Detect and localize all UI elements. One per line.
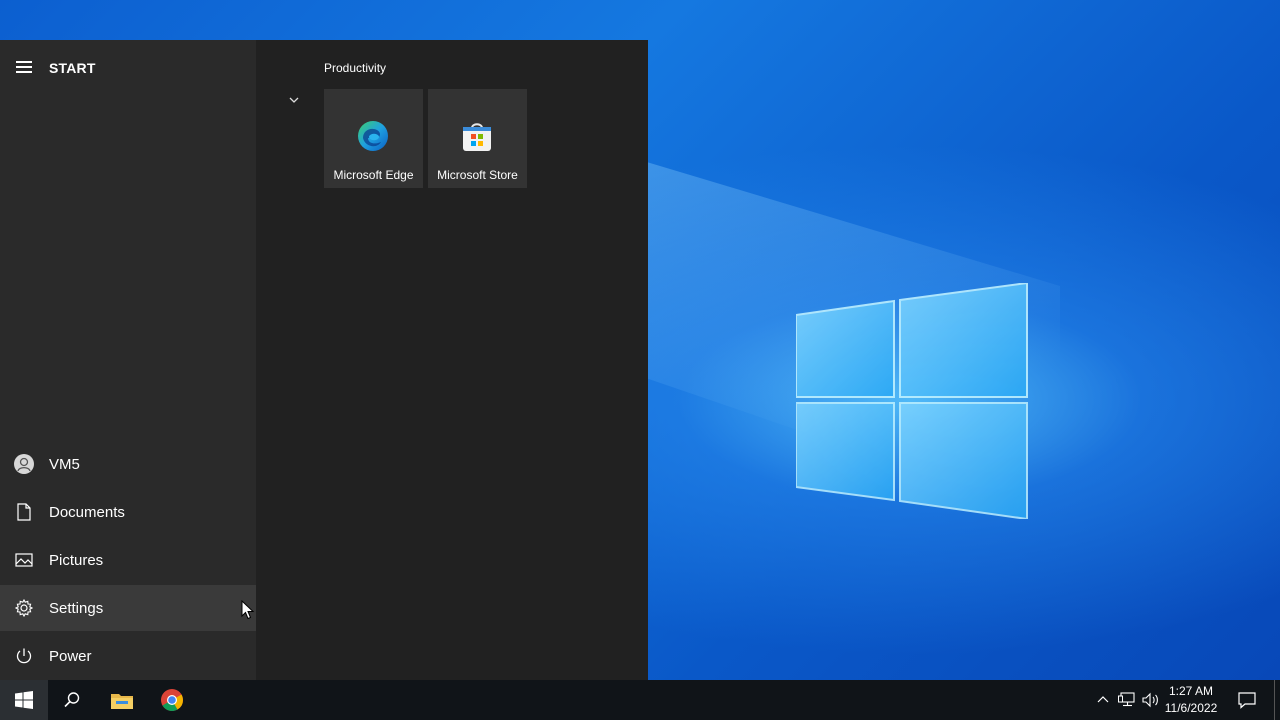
rail-item-label: Settings: [49, 599, 104, 617]
rail-item-label: Power: [49, 647, 92, 665]
windows-logo-wallpaper: [796, 283, 1028, 519]
pictures-icon: [15, 553, 33, 567]
search-icon: [64, 692, 80, 708]
tile-label: Microsoft Store: [437, 168, 518, 182]
volume-button[interactable]: [1140, 680, 1162, 720]
clock-time: 1:27 AM: [1168, 684, 1214, 698]
rail-item-label: Pictures: [49, 551, 104, 569]
tile-group-title[interactable]: Productivity: [324, 61, 386, 75]
hamburger-menu-icon[interactable]: [14, 58, 36, 78]
action-center-button[interactable]: [1224, 680, 1270, 720]
network-button[interactable]: [1116, 680, 1138, 720]
chrome-icon: [161, 689, 183, 711]
start-title: START: [49, 60, 96, 76]
file-explorer-icon: [111, 694, 133, 709]
chrome-button[interactable]: [148, 680, 196, 720]
tile-label: Microsoft Edge: [333, 168, 414, 182]
speaker-icon: [1142, 692, 1158, 708]
chevron-up-icon: [1097, 696, 1109, 703]
rail-item-power[interactable]: Power: [0, 633, 256, 679]
store-icon: [463, 123, 491, 151]
start-button[interactable]: [0, 680, 48, 720]
file-explorer-button[interactable]: [98, 680, 146, 720]
taskbar: 1:27 AM 11/6/2022: [0, 680, 1280, 720]
show-hidden-icons-button[interactable]: [1094, 680, 1112, 720]
edge-icon: [358, 121, 388, 151]
windows-start-icon: [15, 691, 33, 709]
gear-icon: [15, 599, 33, 617]
mouse-cursor-icon: [241, 600, 255, 620]
tile-microsoft-store[interactable]: Microsoft Store: [428, 89, 527, 188]
rail-item-label: Documents: [49, 503, 125, 521]
clock-date: 11/6/2022: [1164, 701, 1218, 715]
rail-item-settings[interactable]: Settings: [0, 585, 256, 631]
show-desktop-button[interactable]: [1274, 680, 1280, 720]
rail-item-documents[interactable]: Documents: [0, 489, 256, 535]
power-icon: [16, 648, 32, 664]
rail-item-user[interactable]: VM5: [0, 441, 256, 487]
notification-icon: [1238, 692, 1256, 709]
clock[interactable]: 1:27 AM 11/6/2022: [1160, 683, 1222, 717]
rail-item-label: VM5: [49, 455, 80, 473]
chevron-down-icon[interactable]: [287, 94, 301, 106]
network-icon: [1118, 692, 1135, 707]
document-icon: [17, 503, 31, 521]
start-menu: START VM5 Documents Pictures Settings Po…: [0, 40, 648, 680]
user-avatar-icon: [14, 454, 34, 474]
tile-microsoft-edge[interactable]: Microsoft Edge: [324, 89, 423, 188]
rail-item-pictures[interactable]: Pictures: [0, 537, 256, 583]
search-button[interactable]: [48, 680, 96, 720]
start-left-rail: START VM5 Documents Pictures Settings Po…: [0, 40, 256, 680]
